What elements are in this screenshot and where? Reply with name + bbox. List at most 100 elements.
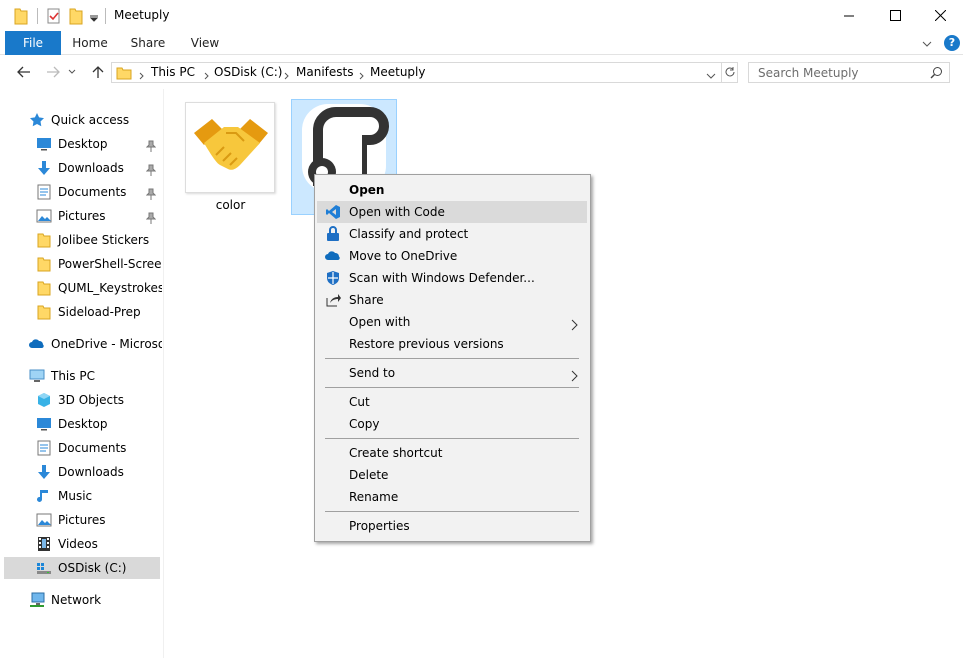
menu-item-share[interactable]: Share <box>317 289 588 311</box>
pin-icon[interactable] <box>145 188 157 200</box>
maximize-button[interactable] <box>872 0 918 31</box>
sidebar-item-3d-objects[interactable]: 3D Objects <box>36 389 162 411</box>
menu-item-classify-and-protect[interactable]: Classify and protect <box>317 223 588 245</box>
menu-item-rename[interactable]: Rename <box>317 486 588 508</box>
properties-icon[interactable] <box>46 7 62 25</box>
sidebar-item-quml-keystrokes[interactable]: QUML_Keystrokes <box>36 277 162 299</box>
sidebar-item-quick-access[interactable]: Quick access <box>29 109 162 131</box>
sidebar-item-network[interactable]: Network <box>29 589 162 611</box>
music-icon <box>36 488 52 504</box>
sidebar-item-label: Pictures <box>58 209 106 223</box>
pin-icon[interactable] <box>145 212 157 224</box>
menu-item-delete[interactable]: Delete <box>317 464 588 486</box>
sidebar-item-onedrive[interactable]: OneDrive - Microsoft <box>29 333 162 355</box>
chevron-down-icon <box>68 69 76 74</box>
title-bar: Meetuply <box>0 0 963 31</box>
desktop-icon <box>36 416 52 432</box>
close-button[interactable] <box>917 0 963 31</box>
customize-quick-access-icon[interactable] <box>89 12 99 30</box>
sidebar-item-this-pc[interactable]: This PC <box>29 365 162 387</box>
separator <box>105 8 106 24</box>
menu-item-open[interactable]: Open <box>317 179 588 201</box>
breadcrumb-separator-icon[interactable] <box>139 69 144 83</box>
tab-view[interactable]: View <box>181 31 229 55</box>
search-placeholder: Search Meetuply <box>758 66 859 80</box>
sidebar-item-osdisk[interactable]: OSDisk (C:) <box>4 557 160 579</box>
sidebar-item-downloads-pc[interactable]: Downloads <box>36 461 162 483</box>
sidebar-item-label: Sideload-Prep <box>58 305 141 319</box>
sidebar-item-powershell-screens[interactable]: PowerShell-ScreenS <box>36 253 162 275</box>
new-folder-icon[interactable] <box>69 7 83 25</box>
folder-icon <box>14 7 28 25</box>
sidebar-item-pictures-pc[interactable]: Pictures <box>36 509 162 531</box>
menu-item-send-to[interactable]: Send to <box>317 362 588 384</box>
close-icon <box>934 10 946 21</box>
folder-icon <box>36 280 52 296</box>
sidebar-item-label: 3D Objects <box>58 393 125 407</box>
menu-item-move-to-onedrive[interactable]: Move to OneDrive <box>317 245 588 267</box>
sidebar-item-label: PowerShell-ScreenS <box>58 257 162 271</box>
menu-item-copy[interactable]: Copy <box>317 413 588 435</box>
sidebar-item-videos[interactable]: Videos <box>36 533 162 555</box>
breadcrumb-this-pc[interactable]: This PC <box>151 65 195 79</box>
vscode-icon <box>325 204 341 220</box>
breadcrumb-separator-icon[interactable] <box>204 69 209 83</box>
sidebar-item-desktop-pc[interactable]: Desktop <box>36 413 162 435</box>
window-title: Meetuply <box>114 8 170 22</box>
sidebar-item-pictures[interactable]: Pictures <box>36 205 162 227</box>
minimize-button[interactable] <box>826 0 872 31</box>
computer-icon <box>29 368 45 384</box>
up-arrow-icon <box>92 66 104 78</box>
help-icon[interactable]: ? <box>944 35 960 51</box>
sidebar-item-label: This PC <box>51 369 95 383</box>
star-icon <box>29 112 45 128</box>
back-button[interactable] <box>14 63 34 81</box>
address-dropdown-icon[interactable] <box>706 69 716 83</box>
menu-item-properties[interactable]: Properties <box>317 515 588 537</box>
search-input[interactable]: Search Meetuply <box>748 62 950 83</box>
menu-item-cut[interactable]: Cut <box>317 391 588 413</box>
expand-ribbon-icon[interactable] <box>922 37 932 51</box>
refresh-icon[interactable] <box>723 65 737 82</box>
breadcrumb-separator-icon[interactable] <box>359 69 364 83</box>
tab-file[interactable]: File <box>5 31 61 55</box>
sidebar-item-documents[interactable]: Documents <box>36 181 162 203</box>
sidebar-item-label: Downloads <box>58 161 124 175</box>
sidebar-item-music[interactable]: Music <box>36 485 162 507</box>
file-thumbnail <box>185 102 275 193</box>
tab-home[interactable]: Home <box>66 31 114 55</box>
pane-divider[interactable] <box>163 89 164 658</box>
forward-button[interactable] <box>43 63 63 81</box>
file-item[interactable]: color <box>184 101 277 213</box>
handshake-icon <box>194 119 268 170</box>
sidebar-item-desktop[interactable]: Desktop <box>36 133 162 155</box>
folder-icon <box>116 65 132 84</box>
search-icon[interactable] <box>930 66 943 82</box>
back-arrow-icon <box>17 66 30 78</box>
tab-share[interactable]: Share <box>124 31 172 55</box>
pin-icon[interactable] <box>145 164 157 176</box>
sidebar-item-documents-pc[interactable]: Documents <box>36 437 162 459</box>
menu-item-open-with-code[interactable]: Open with Code <box>317 201 587 223</box>
menu-item-scan-with-defender[interactable]: Scan with Windows Defender... <box>317 267 588 289</box>
sidebar-item-jolibee-stickers[interactable]: Jolibee Stickers <box>36 229 162 251</box>
videos-icon <box>36 536 52 552</box>
breadcrumb-separator-icon[interactable] <box>284 69 289 83</box>
sidebar-item-label: Desktop <box>58 137 108 151</box>
documents-icon <box>36 184 52 200</box>
pin-icon[interactable] <box>145 140 157 152</box>
menu-item-restore-previous-versions[interactable]: Restore previous versions <box>317 333 588 355</box>
up-button[interactable] <box>88 63 108 81</box>
sidebar-item-label: Downloads <box>58 465 124 479</box>
submenu-arrow-icon <box>571 367 578 389</box>
sidebar-item-sideload-prep[interactable]: Sideload-Prep <box>36 301 162 323</box>
breadcrumb-osdisk[interactable]: OSDisk (C:) <box>214 65 282 79</box>
breadcrumb-meetuply[interactable]: Meetuply <box>370 65 425 79</box>
recent-locations-button[interactable] <box>66 63 78 81</box>
breadcrumb-manifests[interactable]: Manifests <box>296 65 353 79</box>
menu-item-open-with[interactable]: Open with <box>317 311 588 333</box>
sidebar-item-downloads[interactable]: Downloads <box>36 157 162 179</box>
drive-icon <box>36 560 52 576</box>
menu-item-create-shortcut[interactable]: Create shortcut <box>317 442 588 464</box>
address-bar[interactable]: This PC OSDisk (C:) Manifests Meetuply <box>111 62 738 83</box>
